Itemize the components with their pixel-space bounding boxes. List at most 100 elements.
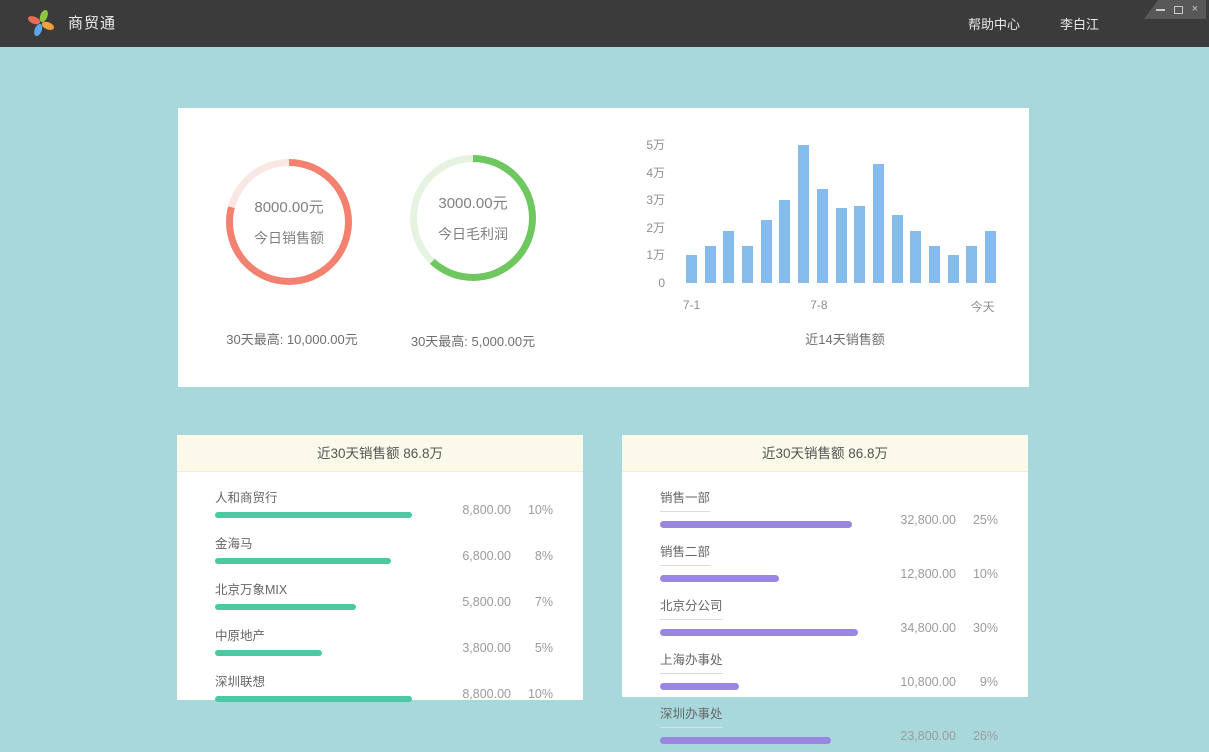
item-value-bar <box>215 512 412 518</box>
list-item: 深圳办事处 23,800.0026% <box>660 703 998 744</box>
item-value-bar <box>660 575 779 582</box>
today-sales-value: 8000.00元 <box>254 196 323 217</box>
daily-sales-bar <box>798 145 809 283</box>
close-button[interactable]: × <box>1192 4 1198 15</box>
item-value-bar <box>215 558 391 564</box>
y-axis-tick: 3万 <box>621 193 665 207</box>
item-amount: 32,800.00 <box>900 513 956 527</box>
item-name: 人和商贸行 <box>215 487 462 506</box>
item-amount: 34,800.00 <box>900 621 956 635</box>
item-percent: 7% <box>511 595 553 609</box>
list-item: 销售一部 32,800.0025% <box>660 487 998 528</box>
item-value-bar <box>660 521 852 528</box>
item-name: 销售一部 <box>660 487 710 512</box>
item-percent: 8% <box>511 549 553 563</box>
daily-sales-bar <box>892 215 903 283</box>
department-panel-title: 近30天销售额 86.8万 <box>622 435 1028 472</box>
item-name: 深圳办事处 <box>660 703 723 728</box>
y-axis-tick: 1万 <box>621 248 665 262</box>
item-percent: 26% <box>956 729 998 743</box>
item-amount: 8,800.00 <box>462 687 511 701</box>
item-value-bar <box>660 683 739 690</box>
x-axis-tick: 7-8 <box>810 298 827 312</box>
daily-sales-bar <box>910 231 921 283</box>
item-amount: 23,800.00 <box>900 729 956 743</box>
daily-sales-bar <box>966 246 977 283</box>
list-item: 销售二部 12,800.0010% <box>660 541 998 582</box>
item-value-bar <box>215 696 412 702</box>
item-amount: 10,800.00 <box>900 675 956 689</box>
today-sales-label: 今日销售额 <box>254 228 324 248</box>
daily-sales-bar <box>985 231 996 283</box>
today-profit-donut-chart: 3000.00元 今日毛利润 <box>410 155 536 281</box>
customer-panel-title: 近30天销售额 86.8万 <box>177 435 583 472</box>
item-name: 中原地产 <box>215 625 462 644</box>
sales-30day-max-caption: 30天最高: 10,000.00元 <box>226 329 358 348</box>
daily-sales-bar <box>854 206 865 283</box>
list-item: 北京分公司 34,800.0030% <box>660 595 998 636</box>
close-icon: × <box>1192 4 1198 15</box>
minimize-button[interactable] <box>1156 4 1165 15</box>
today-profit-value: 3000.00元 <box>438 192 507 213</box>
item-value-bar <box>215 650 322 656</box>
daily-sales-bar <box>873 164 884 283</box>
title-bar: 商贸通 帮助中心 李白江 × <box>0 0 1209 47</box>
list-item: 深圳联想8,800.0010% <box>215 671 553 702</box>
item-amount: 8,800.00 <box>462 503 511 517</box>
maximize-button[interactable] <box>1174 4 1183 15</box>
y-axis-tick: 0 <box>621 276 665 290</box>
daily-sales-bar <box>686 255 697 283</box>
list-item: 北京万象MIX5,800.007% <box>215 579 553 610</box>
daily-sales-bar <box>761 220 772 283</box>
item-amount: 3,800.00 <box>462 641 511 655</box>
item-value-bar <box>660 737 831 744</box>
department-list: 销售一部 32,800.0025% 销售二部 12,800.0010% 北京分公司 34,… <box>622 472 1028 744</box>
item-percent: 30% <box>956 621 998 635</box>
app-title: 商贸通 <box>68 0 116 47</box>
today-sales-donut-chart: 8000.00元 今日销售额 <box>226 159 352 285</box>
window-controls: × <box>1144 0 1206 19</box>
item-name: 深圳联想 <box>215 671 462 690</box>
department-sales-panel: 近30天销售额 86.8万 销售一部 32,800.0025% 销售二部 12,800… <box>622 435 1028 697</box>
list-item: 人和商贸行8,800.0010% <box>215 487 553 518</box>
daily-sales-bar <box>723 231 734 283</box>
item-percent: 10% <box>511 503 553 517</box>
item-percent: 25% <box>956 513 998 527</box>
daily-sales-bar <box>929 246 940 283</box>
help-center-link[interactable]: 帮助中心 <box>968 14 1020 33</box>
daily-sales-bar <box>817 189 828 283</box>
pinwheel-logo-icon <box>26 8 56 38</box>
item-name: 北京分公司 <box>660 595 723 620</box>
list-item: 中原地产3,800.005% <box>215 625 553 656</box>
x-axis-tick: 今天 <box>971 298 995 315</box>
y-axis-tick: 5万 <box>621 138 665 152</box>
daily-sales-bar <box>836 208 847 283</box>
item-amount: 12,800.00 <box>900 567 956 581</box>
daily-sales-bar <box>742 246 753 283</box>
customer-sales-panel: 近30天销售额 86.8万 人和商贸行8,800.0010%金海马6,800.0… <box>177 435 583 700</box>
y-axis-tick: 4万 <box>621 166 665 180</box>
daily-sales-bar <box>705 246 716 283</box>
item-name: 销售二部 <box>660 541 710 566</box>
overview-card: 8000.00元 今日销售额 3000.00元 今日毛利润 30天最高: 10,… <box>178 108 1029 387</box>
list-item: 上海办事处10,800.009% <box>660 649 998 690</box>
y-axis-tick: 2万 <box>621 221 665 235</box>
item-value-bar <box>660 629 858 636</box>
daily-sales-bar <box>779 200 790 283</box>
today-profit-label: 今日毛利润 <box>438 224 508 244</box>
customer-list: 人和商贸行8,800.0010%金海马6,800.008%北京万象MIX5,80… <box>177 472 583 702</box>
item-percent: 10% <box>511 687 553 701</box>
daily-sales-bar <box>948 255 959 283</box>
username-menu[interactable]: 李白江 <box>1060 14 1099 33</box>
item-percent: 5% <box>511 641 553 655</box>
item-name: 北京万象MIX <box>215 579 462 598</box>
bar-chart-caption: 近14天销售额 <box>805 329 884 348</box>
item-amount: 5,800.00 <box>462 595 511 609</box>
item-name: 上海办事处 <box>660 649 723 674</box>
daily-sales-bar-chart <box>686 145 996 283</box>
item-value-bar <box>215 604 356 610</box>
maximize-icon <box>1174 6 1183 14</box>
item-percent: 10% <box>956 567 998 581</box>
list-item: 金海马6,800.008% <box>215 533 553 564</box>
minimize-icon <box>1156 9 1165 11</box>
